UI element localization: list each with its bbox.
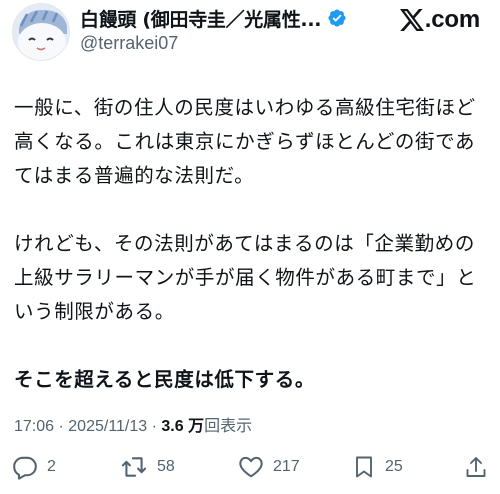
tweet-meta: 17:06 · 2025/11/13 · 3.6 万回表示 [14, 412, 252, 436]
bookmark-button[interactable]: 25 [352, 452, 403, 482]
tweet-paragraph-2: けれども、その法則があてはまるのは「企業勤めの上級サラリーマンが手が届く物件があ… [14, 232, 477, 323]
bookmark-icon [356, 456, 372, 478]
bookmark-count: 25 [385, 458, 403, 475]
x-logo-icon [399, 9, 424, 31]
tweet-text: 一般に、街の住人の民度はいわゆる高級住宅街ほど高くなる。これは東京にかぎらずほと… [14, 91, 490, 397]
action-bar: 2 58 217 25 [0, 452, 500, 484]
x-brand: .com [399, 6, 480, 34]
x-brand-text: .com [424, 6, 480, 33]
meta-separator: · [58, 418, 64, 435]
views-label: 回表示 [204, 418, 253, 435]
avatar-illustration-icon [13, 4, 69, 60]
reply-icon [13, 456, 37, 480]
views-count: 3.6 万 [161, 418, 205, 435]
heart-icon [239, 456, 263, 478]
reply-button[interactable]: 2 [12, 452, 56, 482]
display-name[interactable]: 白饅頭 (御田寺圭／光属性... [80, 5, 321, 32]
like-button[interactable]: 217 [238, 452, 300, 482]
share-icon [466, 457, 486, 477]
tweet-paragraph-1: 一般に、街の住人の民度はいわゆる高級住宅街ほど高くなる。これは東京にかぎらずほと… [14, 96, 476, 187]
tweet-paragraph-3: そこを超えると民度は低下する。 [14, 368, 315, 391]
like-count: 217 [273, 458, 300, 475]
tweet-card: 白饅頭 (御田寺圭／光属性... @terrakei07 .com 一般に、街の… [0, 0, 500, 494]
retweet-icon [121, 457, 147, 477]
avatar[interactable] [12, 3, 70, 61]
retweet-count: 58 [157, 458, 175, 475]
reply-count: 2 [47, 458, 56, 475]
tweet-time[interactable]: 17:06 [14, 418, 54, 435]
retweet-button[interactable]: 58 [120, 452, 175, 482]
meta-separator: · [151, 418, 157, 435]
share-button[interactable] [464, 452, 488, 482]
tweet-date[interactable]: 2025/11/13 [68, 418, 147, 435]
user-handle[interactable]: @terrakei07 [80, 33, 178, 54]
display-name-row[interactable]: 白饅頭 (御田寺圭／光属性... [80, 4, 347, 32]
verified-badge-icon [327, 8, 347, 28]
